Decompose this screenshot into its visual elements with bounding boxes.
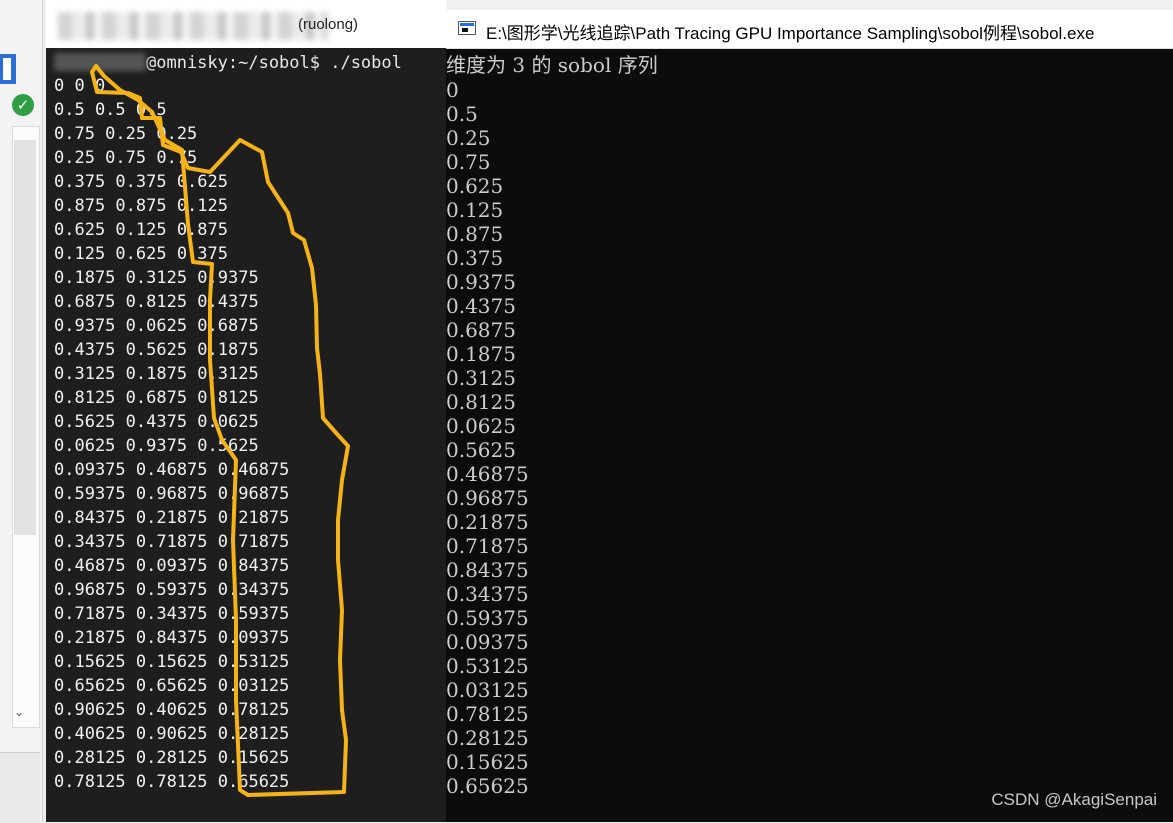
terminal-output-line: 0.1875 0.3125 0.9375 (54, 268, 259, 288)
terminal-output-line: 0.09375 0.46875 0.46875 (54, 460, 290, 480)
console-output-line: 0.6875 (446, 318, 516, 342)
terminal-output-line: 0.0625 0.9375 0.5625 (54, 436, 259, 456)
scrollbar-thumb[interactable] (14, 140, 36, 535)
terminal-output-line: 0.71875 0.34375 0.59375 (54, 604, 290, 624)
app-icon (0, 54, 16, 84)
console-output-line: 0.1875 (446, 342, 516, 366)
console-output-line: 0.03125 (446, 678, 529, 702)
console-output-line: 0 (446, 78, 459, 102)
console-output-line: 0.875 (446, 222, 504, 246)
console-output-line: 0.46875 (446, 462, 529, 486)
console-window-icon (458, 21, 476, 35)
console-output-line: 0.25 (446, 126, 491, 150)
console-output-line: 0.71875 (446, 534, 529, 558)
console-output-line: 0.09375 (446, 630, 529, 654)
console-output-line: 0.375 (446, 246, 504, 270)
terminal-output-line: 0 0 0 (54, 76, 106, 96)
blurred-username (54, 53, 146, 71)
console-output-line: 0.34375 (446, 582, 529, 606)
watermark: CSDN @AkagiSenpai (991, 790, 1157, 809)
terminal-prompt-text: @omnisky:~/sobol$ ./sobol (146, 53, 402, 73)
background-app-window: ✓ ⌄ (0, 0, 43, 823)
terminal-output-line: 0.75 0.25 0.25 (54, 124, 198, 144)
windows-console-window: E:\图形学\光线追踪\Path Tracing GPU Importance … (446, 10, 1173, 822)
terminal-output-line: 0.15625 0.15625 0.53125 (54, 652, 290, 672)
console-output-line: 0.78125 (446, 702, 529, 726)
terminal-output-line: 0.25 0.75 0.75 (54, 148, 198, 168)
console-lines: 0 0.5 0.25 0.75 0.625 0.125 0.875 0.375 0.9375 0.… (446, 78, 1173, 798)
terminal-output-line: 0.9375 0.0625 0.6875 (54, 316, 259, 336)
terminal-output-line: 0.59375 0.96875 0.96875 (54, 484, 290, 504)
console-output-line: 0.125 (446, 198, 504, 222)
console-output-line: 0.75 (446, 150, 491, 174)
terminal-output-line: 0.5 0.5 0.5 (54, 100, 167, 120)
terminal-output: 0 0 0 0.5 0.5 0.5 0.75 0.25 0.25 0.25 0.75 … (54, 74, 444, 794)
console-output-line: 0.0625 (446, 414, 516, 438)
terminal-output-line: 0.34375 0.71875 0.71875 (54, 532, 290, 552)
linux-terminal-window: (ruolong) @omnisky:~/sobol$ ./sobol 0 0 … (46, 0, 446, 822)
console-output-line: 0.8125 (446, 390, 516, 414)
terminal-output-line: 0.65625 0.65625 0.03125 (54, 676, 290, 696)
terminal-output-line: 0.90625 0.40625 0.78125 (54, 700, 290, 720)
terminal-output-line: 0.46875 0.09375 0.84375 (54, 556, 290, 576)
terminal-title-bar[interactable]: (ruolong) (46, 0, 446, 48)
terminal-output-line: 0.875 0.875 0.125 (54, 196, 228, 216)
console-title: E:\图形学\光线追踪\Path Tracing GPU Importance … (486, 24, 1095, 43)
blurred-title-region (58, 12, 328, 40)
console-output: 维度为 3 的 sobol 序列 0 0.5 0.25 0.75 0.625 0.125 0… (446, 52, 1173, 798)
terminal-output-line: 0.40625 0.90625 0.28125 (54, 724, 290, 744)
console-output-line: 0.84375 (446, 558, 529, 582)
console-output-line: 0.3125 (446, 366, 516, 390)
terminal-output-line: 0.28125 0.28125 0.15625 (54, 748, 290, 768)
terminal-output-line: 0.96875 0.59375 0.34375 (54, 580, 290, 600)
terminal-output-line: 0.21875 0.84375 0.09375 (54, 628, 290, 648)
console-output-line: 0.5 (446, 102, 478, 126)
terminal-output-line: 0.625 0.125 0.875 (54, 220, 228, 240)
terminal-output-line: 0.84375 0.21875 0.21875 (54, 508, 290, 528)
console-title-bar[interactable]: E:\图形学\光线追踪\Path Tracing GPU Importance … (446, 10, 1173, 49)
terminal-output-line: 0.8125 0.6875 0.8125 (54, 388, 259, 408)
terminal-output-line: 0.5625 0.4375 0.0625 (54, 412, 259, 432)
terminal-title: (ruolong) (298, 16, 359, 33)
console-output-line: 0.15625 (446, 750, 529, 774)
console-output-line: 0.53125 (446, 654, 529, 678)
terminal-output-line: 0.125 0.625 0.375 (54, 244, 228, 264)
console-output-line: 0.21875 (446, 510, 529, 534)
terminal-output-line: 0.78125 0.78125 0.65625 (54, 772, 290, 792)
console-output-line: 0.4375 (446, 294, 516, 318)
console-output-line: 0.59375 (446, 606, 529, 630)
console-output-line: 0.28125 (446, 726, 529, 750)
chevron-down-icon[interactable]: ⌄ (14, 705, 24, 719)
terminal-output-line: 0.6875 0.8125 0.4375 (54, 292, 259, 312)
console-header: 维度为 3 的 sobol 序列 (446, 53, 658, 77)
check-icon: ✓ (12, 94, 34, 116)
console-output-line: 0.96875 (446, 486, 529, 510)
background-panel (0, 752, 40, 823)
console-output-line: 0.9375 (446, 270, 516, 294)
terminal-output-line: 0.375 0.375 0.625 (54, 172, 228, 192)
console-output-line: 0.5625 (446, 438, 516, 462)
terminal-output-line: 0.3125 0.1875 0.3125 (54, 364, 259, 384)
console-output-line: 0.625 (446, 174, 504, 198)
terminal-output-line: 0.4375 0.5625 0.1875 (54, 340, 259, 360)
